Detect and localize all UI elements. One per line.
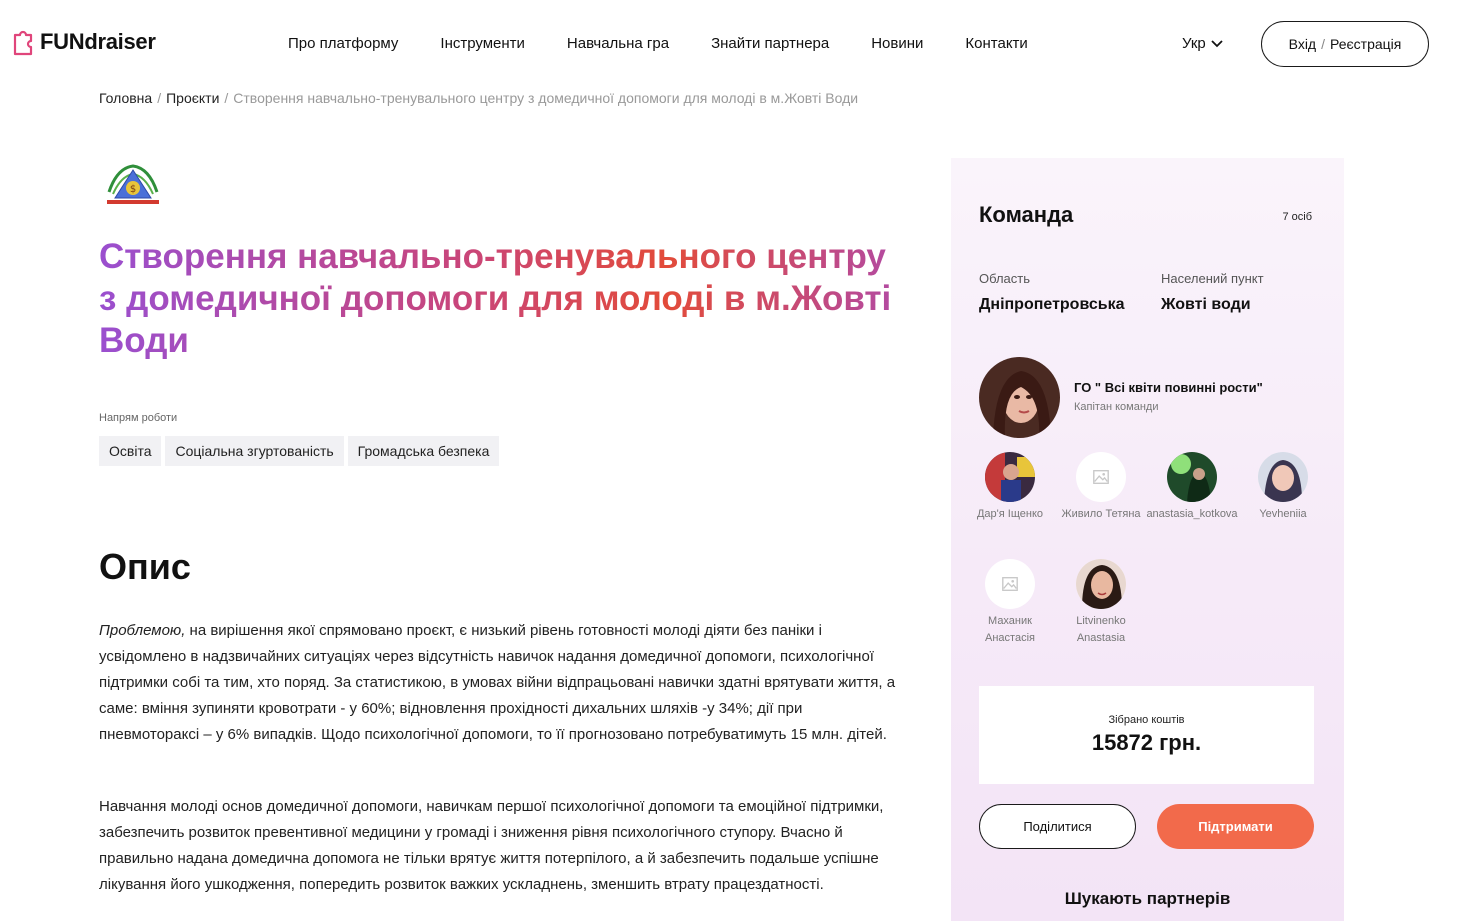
- language-label: Укр: [1182, 35, 1206, 52]
- seeking-partners-title: Шукають партнерів: [1064, 889, 1231, 908]
- tag-education[interactable]: Освіта: [99, 436, 162, 466]
- site-header: FUNdraiser Про платформу Інструменти Нав…: [0, 0, 1457, 88]
- team-member[interactable]: Litvinenko Anastasia: [1056, 559, 1146, 647]
- description-para1-text: на вирішення якої спрямовано проєкт, є н…: [99, 622, 896, 743]
- member-avatar: [1076, 559, 1126, 609]
- language-selector[interactable]: Укр: [1182, 35, 1223, 52]
- member-name: Yevheniia: [1259, 508, 1307, 520]
- project-title: Створення навчально-тренувального центру…: [99, 236, 909, 362]
- direction-label: Напрям роботи: [99, 412, 178, 424]
- support-button[interactable]: Підтримати: [1157, 804, 1314, 849]
- team-member[interactable]: anastasia_kotkova: [1146, 452, 1238, 523]
- member-name: anastasia_kotkova: [1146, 508, 1238, 520]
- nav-item-about[interactable]: Про платформу: [288, 35, 398, 52]
- description-title: Опис: [99, 546, 191, 587]
- breadcrumb-separator: /: [224, 90, 229, 106]
- logo[interactable]: FUNdraiser: [12, 27, 156, 57]
- captain-photo-icon: [979, 357, 1060, 438]
- puzzle-logo-icon: [13, 30, 33, 56]
- member-photo-icon: [1258, 452, 1308, 502]
- team-member[interactable]: Yevheniia: [1238, 452, 1328, 523]
- member-avatar: [1167, 452, 1217, 502]
- captain-role: Капітан команди: [1074, 401, 1159, 413]
- nav-item-news[interactable]: Новини: [871, 35, 923, 52]
- login-register-button[interactable]: Вхід / Реєстрація: [1261, 21, 1429, 67]
- member-name: Дар'я Іщенко: [976, 508, 1044, 520]
- team-member[interactable]: Маханик Анастасія: [965, 559, 1055, 647]
- register-label: Реєстрація: [1330, 36, 1402, 52]
- main-nav: Про платформу Інструменти Навчальна гра …: [288, 35, 1028, 52]
- member-photo-icon: [1076, 559, 1126, 609]
- nav-item-game[interactable]: Навчальна гра: [567, 35, 669, 52]
- team-card: Команда 7 осіб Область Дніпропетровська …: [951, 158, 1344, 921]
- team-member[interactable]: Дар'я Іщенко: [965, 452, 1055, 523]
- organization-logo-icon: $: [107, 164, 159, 204]
- breadcrumb-projects[interactable]: Проєкти: [166, 90, 219, 106]
- share-button[interactable]: Поділитися: [979, 804, 1136, 849]
- direction-tags: Освіта Соціальна згуртованість Громадськ…: [99, 436, 500, 466]
- login-label: Вхід: [1288, 36, 1317, 52]
- breadcrumb-home[interactable]: Головна: [99, 90, 152, 106]
- member-avatar: [985, 452, 1035, 502]
- captain-avatar[interactable]: [979, 357, 1060, 438]
- breadcrumb-current: Створення навчально-тренувального центру…: [233, 90, 859, 106]
- member-photo-icon: [985, 452, 1035, 502]
- description-paragraph-2: Навчання молоді основ домедичної допомог…: [99, 798, 884, 893]
- breadcrumb-separator: /: [157, 90, 162, 106]
- nav-item-find-partner[interactable]: Знайти партнера: [711, 35, 829, 52]
- member-name: Litvinenko Anastasia: [1076, 615, 1126, 644]
- city-label: Населений пункт: [1161, 271, 1264, 286]
- team-count: 7 осіб: [1282, 211, 1312, 223]
- breadcrumb: Головна / Проєкти / Створення навчально-трен…: [99, 90, 858, 106]
- member-photo-icon: [1167, 452, 1217, 502]
- member-avatar: [1258, 452, 1308, 502]
- description-lead: Проблемою,: [99, 622, 186, 639]
- auth-separator: /: [1321, 36, 1325, 52]
- tag-social-cohesion[interactable]: Соціальна згуртованість: [165, 436, 344, 466]
- tag-public-safety[interactable]: Громадська безпека: [347, 436, 500, 466]
- captain-name[interactable]: ГО " Всі квіти повинні рости": [1074, 380, 1263, 395]
- logo-text: FUNdraiser: [40, 29, 156, 54]
- city-value: Жовті води: [1161, 296, 1251, 313]
- nav-item-contacts[interactable]: Контакти: [965, 35, 1027, 52]
- team-title: Команда: [979, 202, 1074, 227]
- member-avatar: [1076, 452, 1126, 502]
- nav-item-tools[interactable]: Інструменти: [440, 35, 525, 52]
- image-placeholder-icon: [1093, 470, 1109, 484]
- image-placeholder-icon: [1002, 577, 1018, 591]
- region-value: Дніпропетровська: [979, 296, 1125, 313]
- svg-text:$: $: [130, 184, 136, 195]
- funds-raised-box: Зібрано коштів 15872 грн.: [979, 686, 1314, 784]
- funds-value: 15872 грн.: [1091, 730, 1202, 755]
- chevron-down-icon: [1211, 39, 1223, 47]
- description-paragraph-1: Проблемою, на вирішення якої спрямовано …: [99, 618, 899, 748]
- funds-label: Зібрано коштів: [1108, 714, 1185, 726]
- member-avatar: [985, 559, 1035, 609]
- region-label: Область: [979, 271, 1031, 286]
- member-name: Маханик Анастасія: [985, 615, 1035, 644]
